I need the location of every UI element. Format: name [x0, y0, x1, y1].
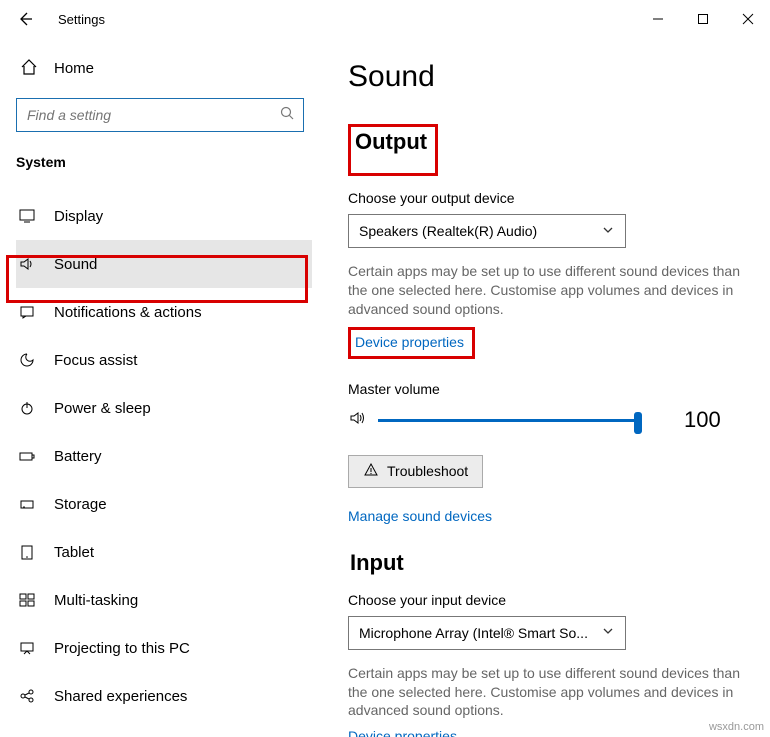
- output-device-properties-link[interactable]: Device properties: [355, 334, 464, 350]
- master-volume-label: Master volume: [348, 381, 760, 397]
- storage-icon: [18, 495, 40, 513]
- sidebar-section-label: System: [16, 154, 312, 170]
- focus-assist-icon: [18, 351, 40, 369]
- input-device-value: Microphone Array (Intel® Smart So...: [359, 625, 601, 641]
- close-button[interactable]: [725, 4, 770, 34]
- projecting-icon: [18, 639, 40, 657]
- chevron-down-icon: [601, 624, 615, 641]
- sidebar-item-label: Shared experiences: [54, 688, 187, 705]
- home-label: Home: [54, 60, 94, 77]
- sidebar-item-label: Display: [54, 208, 103, 225]
- sidebar-item-label: Storage: [54, 496, 107, 513]
- sidebar-item-label: Battery: [54, 448, 102, 465]
- sound-icon: [18, 255, 40, 273]
- sidebar-item-focus-assist[interactable]: Focus assist: [16, 336, 312, 384]
- search-icon: [280, 106, 295, 124]
- sidebar-item-label: Focus assist: [54, 352, 137, 369]
- multitasking-icon: [18, 591, 40, 609]
- sidebar-item-shared-experiences[interactable]: Shared experiences: [16, 672, 312, 720]
- shared-icon: [18, 687, 40, 705]
- output-heading: Output: [353, 127, 429, 157]
- manage-sound-devices-link[interactable]: Manage sound devices: [348, 508, 492, 524]
- power-icon: [18, 399, 40, 417]
- sidebar-item-notifications[interactable]: Notifications & actions: [16, 288, 312, 336]
- sidebar-item-tablet[interactable]: Tablet: [16, 528, 312, 576]
- battery-icon: [18, 447, 40, 465]
- sidebar-item-label: Sound: [54, 256, 97, 273]
- slider-track: [378, 419, 638, 422]
- minimize-button[interactable]: [635, 4, 680, 34]
- maximize-button[interactable]: [680, 4, 725, 34]
- page-title: Sound: [348, 60, 760, 94]
- search-input[interactable]: [16, 98, 304, 132]
- sidebar-item-power-sleep[interactable]: Power & sleep: [16, 384, 312, 432]
- input-description: Certain apps may be set up to use differ…: [348, 664, 758, 721]
- input-heading: Input: [348, 548, 760, 578]
- sidebar-item-display[interactable]: Display: [16, 192, 312, 240]
- notifications-icon: [18, 303, 40, 321]
- sidebar-item-sound[interactable]: Sound: [16, 240, 312, 288]
- troubleshoot-button[interactable]: Troubleshoot: [348, 455, 483, 488]
- slider-thumb[interactable]: [634, 412, 642, 434]
- volume-slider[interactable]: [378, 410, 638, 430]
- back-button[interactable]: [10, 4, 40, 34]
- sidebar-item-multitasking[interactable]: Multi-tasking: [16, 576, 312, 624]
- output-device-value: Speakers (Realtek(R) Audio): [359, 223, 601, 239]
- sidebar-item-label: Tablet: [54, 544, 94, 561]
- display-icon: [18, 207, 40, 225]
- home-nav[interactable]: Home: [16, 48, 312, 88]
- volume-value: 100: [684, 407, 721, 433]
- home-icon: [18, 58, 40, 79]
- warning-icon: [363, 462, 379, 481]
- window-title: Settings: [58, 12, 105, 27]
- volume-icon: [348, 408, 368, 431]
- watermark: wsxdn.com: [709, 721, 764, 733]
- input-device-dropdown[interactable]: Microphone Array (Intel® Smart So...: [348, 616, 626, 650]
- output-choose-label: Choose your output device: [348, 190, 760, 206]
- sidebar-item-projecting[interactable]: Projecting to this PC: [16, 624, 312, 672]
- sidebar-item-label: Projecting to this PC: [54, 640, 190, 657]
- sidebar-item-storage[interactable]: Storage: [16, 480, 312, 528]
- tablet-icon: [18, 543, 40, 561]
- troubleshoot-label: Troubleshoot: [387, 463, 468, 479]
- sidebar-item-label: Notifications & actions: [54, 304, 202, 321]
- input-choose-label: Choose your input device: [348, 592, 760, 608]
- sidebar-item-battery[interactable]: Battery: [16, 432, 312, 480]
- output-device-dropdown[interactable]: Speakers (Realtek(R) Audio): [348, 214, 626, 248]
- chevron-down-icon: [601, 223, 615, 240]
- sidebar-item-label: Multi-tasking: [54, 592, 138, 609]
- search-field[interactable]: [27, 107, 280, 123]
- sidebar-item-label: Power & sleep: [54, 400, 151, 417]
- input-device-properties-link[interactable]: Device properties: [348, 728, 457, 737]
- output-description: Certain apps may be set up to use differ…: [348, 262, 758, 319]
